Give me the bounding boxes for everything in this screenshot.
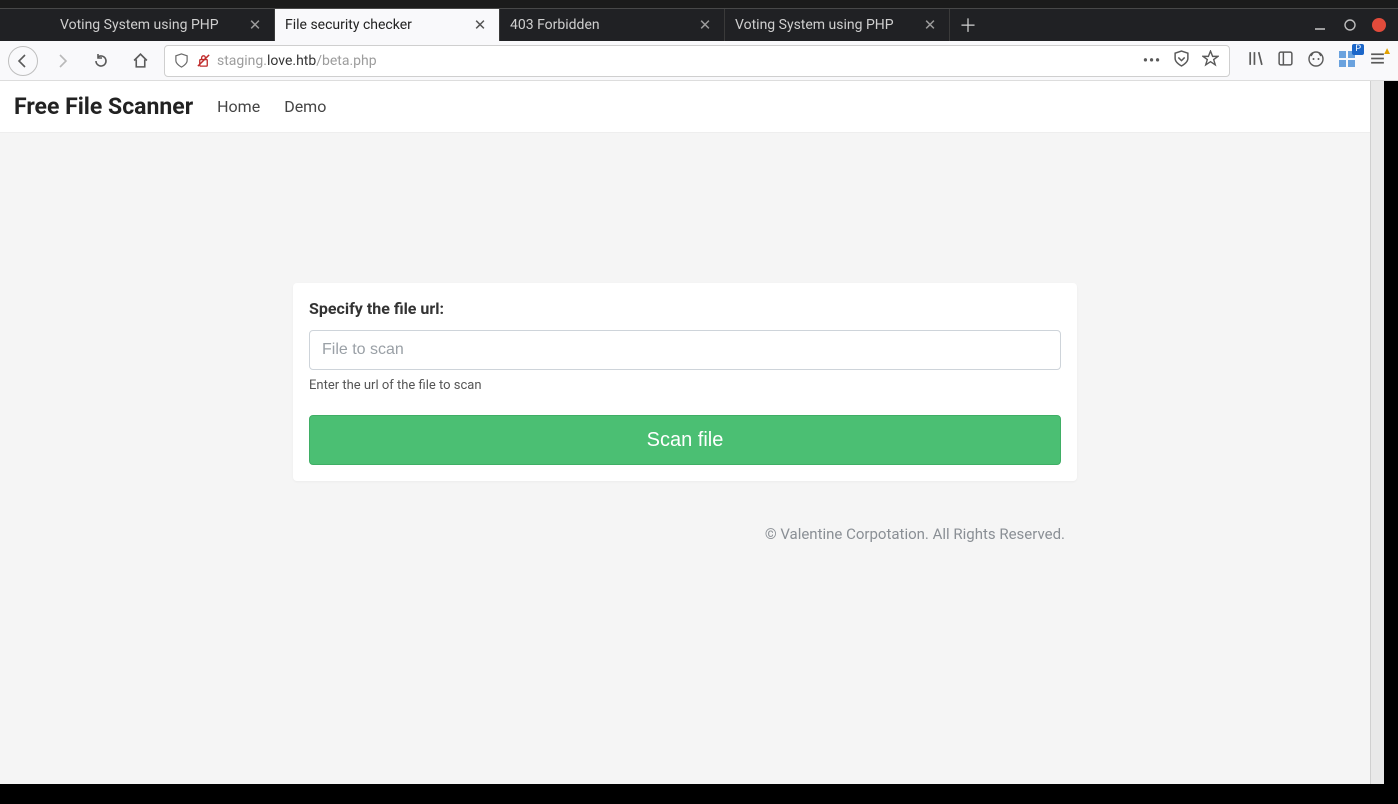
home-button[interactable]: [125, 46, 155, 76]
scan-card: Specify the file url: Enter the url of t…: [293, 283, 1077, 481]
viewport: Free File Scanner Home Demo Specify the …: [0, 81, 1398, 784]
url-subdomain: staging.: [217, 53, 267, 69]
browser-tab[interactable]: 403 Forbidden ✕: [500, 9, 725, 41]
browser-tab[interactable]: Voting System using PHP ✕: [50, 9, 275, 41]
tab-title: File security checker: [285, 17, 471, 33]
footer-text: © Valentine Corpotation. All Rights Rese…: [293, 525, 1077, 543]
close-icon[interactable]: ✕: [246, 16, 264, 34]
url-path: /beta.php: [316, 53, 376, 69]
extension-badge-label: P: [1352, 44, 1364, 55]
foxyproxy-icon[interactable]: [1307, 50, 1325, 72]
browser-tab-active[interactable]: File security checker ✕: [275, 9, 500, 41]
file-url-input[interactable]: [309, 330, 1061, 370]
window-titlebar: [0, 0, 1398, 9]
new-tab-button[interactable]: ＋: [950, 9, 986, 41]
page: Free File Scanner Home Demo Specify the …: [0, 81, 1370, 784]
extension-badge-icon[interactable]: P: [1338, 50, 1356, 72]
pocket-icon[interactable]: [1173, 50, 1190, 71]
browser-tab[interactable]: Voting System using PHP ✕: [725, 9, 950, 41]
page-actions-icon[interactable]: •••: [1143, 53, 1161, 69]
main-content: Specify the file url: Enter the url of t…: [0, 133, 1370, 543]
tracking-shield-icon[interactable]: [173, 53, 189, 69]
url-host: love.htb: [267, 53, 316, 69]
maximize-icon[interactable]: [1342, 17, 1358, 33]
insecure-lock-icon[interactable]: [195, 53, 211, 69]
urlbar-right-icons: •••: [1143, 50, 1221, 71]
scrollbar[interactable]: [1370, 81, 1384, 784]
tab-strip: Voting System using PHP ✕ File security …: [0, 9, 1398, 41]
window-close-icon[interactable]: [1372, 18, 1386, 32]
tab-title: Voting System using PHP: [735, 17, 921, 33]
tab-title: 403 Forbidden: [510, 17, 696, 33]
library-icon[interactable]: [1247, 50, 1264, 71]
window-bottom-edge: [0, 784, 1398, 804]
scan-file-button[interactable]: Scan file: [309, 415, 1061, 465]
site-brand: Free File Scanner: [14, 93, 193, 120]
close-icon[interactable]: ✕: [471, 16, 489, 34]
back-button[interactable]: [8, 46, 38, 76]
toolbar-right-icons: P ▲: [1239, 50, 1390, 72]
browser-toolbar: staging.love.htb/beta.php •••: [0, 41, 1398, 81]
window-controls: [1312, 9, 1392, 41]
nav-home-link[interactable]: Home: [217, 97, 260, 116]
warning-icon: ▲: [1382, 46, 1392, 57]
tab-title: Voting System using PHP: [60, 17, 246, 33]
close-icon[interactable]: ✕: [921, 16, 939, 34]
close-icon[interactable]: ✕: [696, 16, 714, 34]
nav-demo-link[interactable]: Demo: [284, 97, 326, 116]
sidebar-icon[interactable]: [1277, 50, 1294, 71]
url-bar[interactable]: staging.love.htb/beta.php •••: [164, 45, 1230, 77]
window-edge: [1384, 81, 1398, 784]
form-label: Specify the file url:: [309, 299, 1061, 318]
form-help-text: Enter the url of the file to scan: [309, 378, 1061, 393]
tabbar-spacer: [0, 9, 50, 41]
minimize-icon[interactable]: [1312, 17, 1328, 33]
forward-button[interactable]: [47, 46, 77, 76]
url-text: staging.love.htb/beta.php: [217, 53, 1137, 69]
bookmark-star-icon[interactable]: [1202, 50, 1219, 71]
site-navbar: Free File Scanner Home Demo: [0, 81, 1370, 133]
reload-button[interactable]: [86, 46, 116, 76]
app-menu-button[interactable]: ▲: [1369, 50, 1386, 71]
